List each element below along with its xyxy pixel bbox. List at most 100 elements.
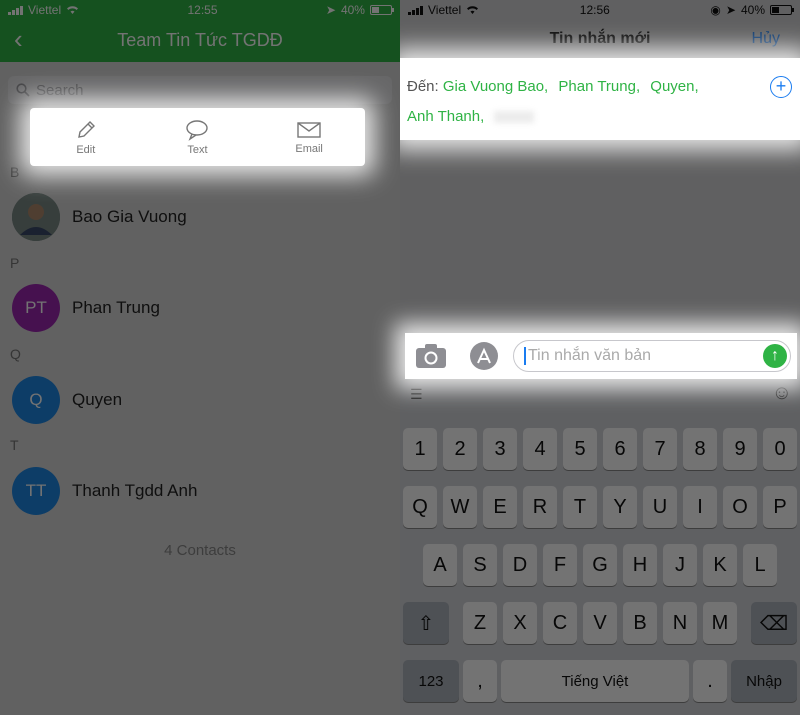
section-header-p: P [10,255,20,271]
keyboard-key[interactable]: 2 [443,428,477,470]
menu-icon[interactable]: ☰ [410,386,423,403]
keyboard-key[interactable]: 1 [403,428,437,470]
recipients-field[interactable]: Đến: Gia Vuong Bao, Phan Trung, Quyen, A… [400,58,800,140]
battery-label: 40% [740,3,765,17]
blurred-recipient [494,111,535,124]
to-label: Đến: [407,78,439,95]
keyboard-key[interactable]: K [703,544,737,586]
keyboard-key[interactable]: F [543,544,577,586]
text-button[interactable]: Text [157,119,237,156]
keyboard-key[interactable]: A [423,544,457,586]
chat-bubble-icon [186,119,209,141]
period-key[interactable]: . [693,660,727,702]
section-header-b: B [10,164,20,180]
keyboard-key[interactable]: Y [603,486,637,528]
add-recipient-icon[interactable]: + [770,76,792,98]
keyboard-key[interactable]: I [683,486,717,528]
page-title: Tin nhắn mới [549,30,651,47]
keyboard-key[interactable]: 8 [683,428,717,470]
keyboard-key[interactable]: B [623,602,657,644]
keyboard-key[interactable]: R [523,486,557,528]
lock-rotation-icon: ◉ [710,3,721,17]
group-actions-bar: Edit Text Email [30,108,365,166]
contact-name: Phan Trung [72,298,160,317]
edit-button[interactable]: Edit [46,119,126,156]
keyboard-key[interactable]: 4 [523,428,557,470]
contacts-screen: Viettel 12:55 ➤ 40% ‹ Team Tin Tức TGDĐ … [0,0,400,715]
carrier-label: Viettel [28,3,62,17]
edit-label: Edit [76,143,96,156]
recipient-chip[interactable]: Phan Trung, [558,78,640,95]
keyboard-key[interactable]: J [663,544,697,586]
email-button[interactable]: Email [269,120,349,155]
status-bar: Viettel 12:55 ➤ 40% [0,0,400,20]
avatar: TT [12,467,60,515]
keyboard-key[interactable]: L [743,544,777,586]
recipient-chip[interactable]: Gia Vuong Bao, [443,78,548,95]
contact-row[interactable]: TT Thanh Tgdd Anh [0,461,400,521]
keyboard-key[interactable]: W [443,486,477,528]
camera-button[interactable] [415,343,447,369]
keyboard-key[interactable]: 5 [563,428,597,470]
keyboard-key[interactable]: G [583,544,617,586]
keyboard-key[interactable]: N [663,602,697,644]
keyboard-key[interactable]: E [483,486,517,528]
message-input[interactable]: Tin nhắn văn bản ↑ [513,340,791,372]
battery-icon [369,5,394,15]
emoji-icon[interactable]: ☺ [772,382,792,405]
avatar: PT [12,284,60,332]
wifi-icon [467,6,479,14]
shift-key[interactable]: ⇧ [403,602,449,644]
contact-name: Quyen [72,390,123,409]
keyboard-key[interactable]: Q [403,486,437,528]
wifi-icon [67,6,79,14]
keyboard-key[interactable]: V [583,602,617,644]
clock-label: 12:56 [579,3,610,17]
group-header: Viettel 12:55 ➤ 40% ‹ Team Tin Tức TGDĐ [0,0,400,62]
status-bar: Viettel 12:56 ◉ ➤ 40% [400,0,800,20]
keyboard-key[interactable]: O [723,486,757,528]
signal-icon [8,5,23,15]
app-store-icon [470,342,498,370]
contact-row[interactable]: Bao Gia Vuong [0,187,400,247]
keyboard-key[interactable]: D [503,544,537,586]
return-key[interactable]: Nhập [731,660,797,702]
keyboard-key[interactable]: 9 [723,428,757,470]
keyboard-key[interactable]: H [623,544,657,586]
contact-name: Bao Gia Vuong [72,207,187,226]
message-placeholder: Tin nhắn văn bản [528,347,652,364]
text-label: Text [187,143,208,156]
contact-row[interactable]: Q Quyen [0,370,400,430]
keyboard-key[interactable]: M [703,602,737,644]
keyboard-key[interactable]: U [643,486,677,528]
contact-row[interactable]: PT Phan Trung [0,278,400,338]
space-key[interactable]: Tiếng Việt [501,660,689,702]
keyboard-key[interactable]: 3 [483,428,517,470]
keyboard-key[interactable]: Z [463,602,497,644]
compose-bar: Tin nhắn văn bản ↑ [405,333,797,379]
battery-label: 40% [340,3,365,17]
search-icon [16,83,30,97]
cancel-button[interactable]: Hủy [752,30,780,48]
keyboard-key[interactable]: T [563,486,597,528]
avatar: Q [12,376,60,424]
search-input[interactable]: Search [8,76,392,104]
numbers-key[interactable]: 123 [403,660,459,702]
contacts-count: 4 Contacts [164,542,236,559]
keyboard-key[interactable]: 7 [643,428,677,470]
backspace-key[interactable]: ⌫ [751,602,797,644]
send-arrow-icon[interactable]: ↑ [763,344,787,368]
avatar [12,193,60,241]
recipient-chip[interactable]: Quyen, [650,78,698,95]
section-header-t: T [10,437,19,453]
app-store-button[interactable] [469,341,499,371]
recipient-chip[interactable]: Anh Thanh, [407,108,484,125]
signal-icon [408,5,423,15]
keyboard-key[interactable]: P [763,486,797,528]
comma-key[interactable]: , [463,660,497,702]
keyboard-key[interactable]: C [543,602,577,644]
keyboard-key[interactable]: S [463,544,497,586]
keyboard-key[interactable]: 6 [603,428,637,470]
keyboard-key[interactable]: 0 [763,428,797,470]
keyboard-key[interactable]: X [503,602,537,644]
